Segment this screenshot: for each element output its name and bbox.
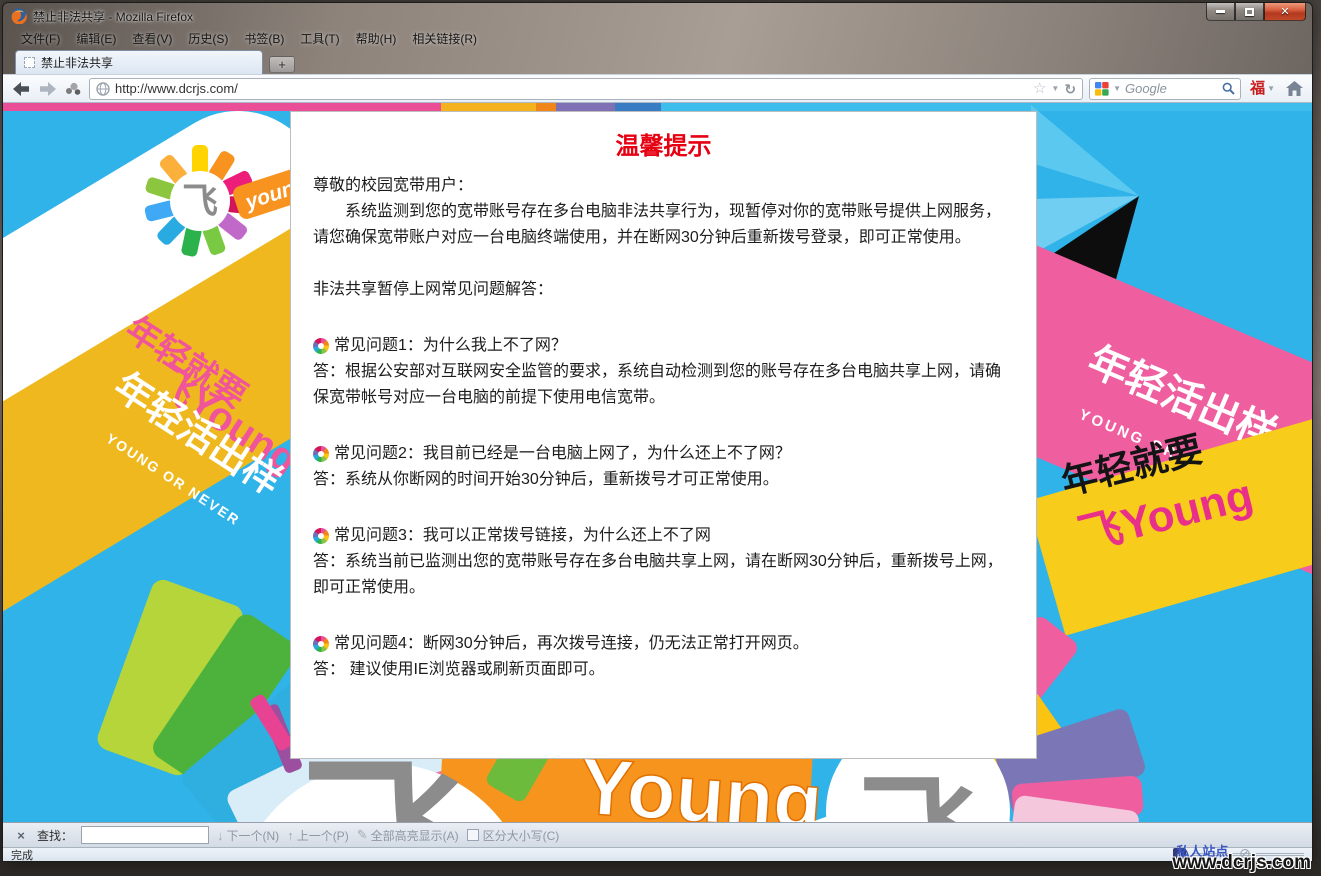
home-button[interactable] [1284, 79, 1304, 99]
menu-item-related-links[interactable]: 相关链接(R) [404, 28, 485, 49]
window-title: 禁止非法共享 - Mozilla Firefox [33, 8, 193, 25]
pinwheel-bullet-icon [313, 528, 329, 544]
faq-item: 常见问题4：断网30分钟后，再次拨号连接，仍无法正常打开网页。 答： 建议使用I… [313, 631, 1014, 683]
desktop-wallpaper: 禁止非法共享 - Mozilla Firefox ✕ 文件(F) 编辑(E) 查… [0, 0, 1321, 876]
search-box[interactable]: ▼ [1089, 78, 1241, 100]
back-button[interactable] [11, 79, 31, 99]
watermark-url: www.dcrjs.com [1172, 853, 1311, 872]
firefox-window: 禁止非法共享 - Mozilla Firefox ✕ 文件(F) 编辑(E) 查… [2, 2, 1313, 862]
faq-item: 常见问题1：为什么我上不了网？ 答：根据公安部对互联网安全监管的要求，系统自动检… [313, 333, 1014, 411]
notice-intro: 系统监测到您的宽带账号存在多台电脑非法共享行为，现暂停对你的宽带账号提供上网服务… [313, 199, 1014, 251]
pinwheel-bullet-icon [313, 446, 329, 462]
tab-label: 禁止非法共享 [41, 54, 113, 71]
find-input[interactable] [81, 826, 209, 844]
faq-answer: 答：根据公安部对互联网安全监管的要求，系统自动检测到您的账号存在多台电脑共享上网… [313, 359, 1014, 411]
faq-question: 常见问题4：断网30分钟后，再次拨号连接，仍无法正常打开网页。 [334, 631, 809, 657]
svg-text:飞: 飞 [182, 180, 218, 221]
menu-item-tools[interactable]: 工具(T) [292, 28, 347, 49]
menu-item-file[interactable]: 文件(F) [13, 28, 68, 49]
window-minimize-button[interactable] [1206, 3, 1235, 21]
forward-button[interactable] [37, 79, 57, 99]
svg-text:飞: 飞 [858, 765, 978, 822]
fu-dropdown-icon: ▼ [1267, 85, 1275, 93]
notice-greeting: 尊敬的校园宽带用户： [313, 173, 1014, 199]
title-bar: 禁止非法共享 - Mozilla Firefox ✕ [3, 3, 1312, 27]
up-arrow-icon: ↑ [287, 828, 294, 843]
globe-icon [96, 82, 110, 96]
fu-addon-icon: 福 [1250, 81, 1265, 96]
firefox-icon [11, 8, 27, 24]
faq-answer: 答：系统当前已监测出您的宽带账号存在多台电脑共享上网，请在断网30分钟后，重新拨… [313, 549, 1014, 601]
find-label: 查找： [37, 827, 73, 844]
faq-question: 常见问题3：我可以正常拨号链接，为什么还上不了网 [334, 523, 711, 549]
pinwheel-bullet-icon [313, 636, 329, 652]
search-engine-dropdown-icon[interactable]: ▼ [1113, 85, 1121, 93]
faq-heading: 非法共享暂停上网常见问题解答： [313, 277, 1014, 303]
faq-answer: 答： 建议使用IE浏览器或刷新页面即可。 [313, 657, 1014, 683]
find-next-button[interactable]: ↓ 下一个(N) [217, 827, 279, 844]
faq-answer: 答：系统从你断网的时间开始30分钟后，重新拨号才可正常使用。 [313, 467, 1014, 493]
faq-item: 常见问题2：我目前已经是一台电脑上网了，为什么还上不了网？ 答：系统从你断网的时… [313, 441, 1014, 493]
window-close-button[interactable]: ✕ [1264, 3, 1306, 21]
search-input[interactable] [1125, 81, 1218, 96]
status-text: 完成 [11, 847, 33, 863]
highlighter-icon: ✎ [357, 827, 368, 843]
new-tab-button[interactable]: + [269, 56, 295, 73]
top-color-strip [3, 103, 1312, 111]
bookmark-star-icon[interactable]: ☆ [1033, 81, 1046, 96]
tab-favicon-placeholder-icon [24, 57, 35, 68]
reload-icon[interactable]: ↻ [1064, 82, 1076, 96]
window-maximize-button[interactable] [1235, 3, 1264, 21]
fu-addon-button[interactable]: 福 ▼ [1247, 81, 1278, 96]
menu-item-edit[interactable]: 编辑(E) [68, 28, 124, 49]
window-controls: ✕ [1206, 3, 1306, 21]
addon-icon[interactable] [63, 79, 83, 99]
highlight-all-button[interactable]: ✎ 全部高亮显示(A) [357, 827, 459, 844]
down-arrow-icon: ↓ [217, 828, 224, 843]
findbar-close-icon[interactable]: × [13, 828, 29, 843]
faq-question: 常见问题2：我目前已经是一台电脑上网了，为什么还上不了网？ [334, 441, 791, 467]
tab-strip: 禁止非法共享 + [3, 49, 1312, 74]
notice-title: 温馨提示 [313, 126, 1014, 161]
url-text[interactable]: http://www.dcrjs.com/ [115, 81, 1028, 96]
find-previous-button[interactable]: ↑ 上一个(P) [287, 827, 349, 844]
watermark: 私人站点 www.dcrjs.com [1172, 845, 1311, 872]
menu-item-history[interactable]: 历史(S) [180, 28, 236, 49]
url-bar[interactable]: http://www.dcrjs.com/ ☆ ▼ ↻ [89, 78, 1083, 100]
navigation-toolbar: http://www.dcrjs.com/ ☆ ▼ ↻ ▼ [3, 74, 1312, 103]
faq-question: 常见问题1：为什么我上不了网？ [334, 333, 567, 359]
notice-panel: 温馨提示 尊敬的校园宽带用户： 系统监测到您的宽带账号存在多台电脑非法共享行为，… [290, 111, 1037, 759]
menu-item-view[interactable]: 查看(V) [124, 28, 180, 49]
status-bar: 完成 a ⊘ [3, 847, 1312, 861]
tab-active[interactable]: 禁止非法共享 [15, 50, 263, 74]
google-logo-icon [1095, 82, 1109, 96]
search-icon[interactable] [1222, 82, 1235, 95]
menu-item-bookmarks[interactable]: 书签(B) [236, 28, 292, 49]
checkbox-icon[interactable] [467, 829, 479, 841]
menu-item-help[interactable]: 帮助(H) [348, 28, 405, 49]
faq-item: 常见问题3：我可以正常拨号链接，为什么还上不了网 答：系统当前已监测出您的宽带账… [313, 523, 1014, 601]
find-bar: × 查找： ↓ 下一个(N) ↑ 上一个(P) ✎ 全部高亮显示(A) 区分大小… [3, 822, 1312, 847]
url-dropdown-icon[interactable]: ▼ [1051, 85, 1059, 93]
pinwheel-bullet-icon [313, 338, 329, 354]
menu-bar: 文件(F) 编辑(E) 查看(V) 历史(S) 书签(B) 工具(T) 帮助(H… [3, 27, 1312, 49]
page-viewport: 年轻活出样 YOUNG OR NEVER 年轻就要 飞Young 年轻就要 飞Y… [3, 103, 1312, 822]
match-case-checkbox[interactable]: 区分大小写(C) [467, 827, 560, 844]
